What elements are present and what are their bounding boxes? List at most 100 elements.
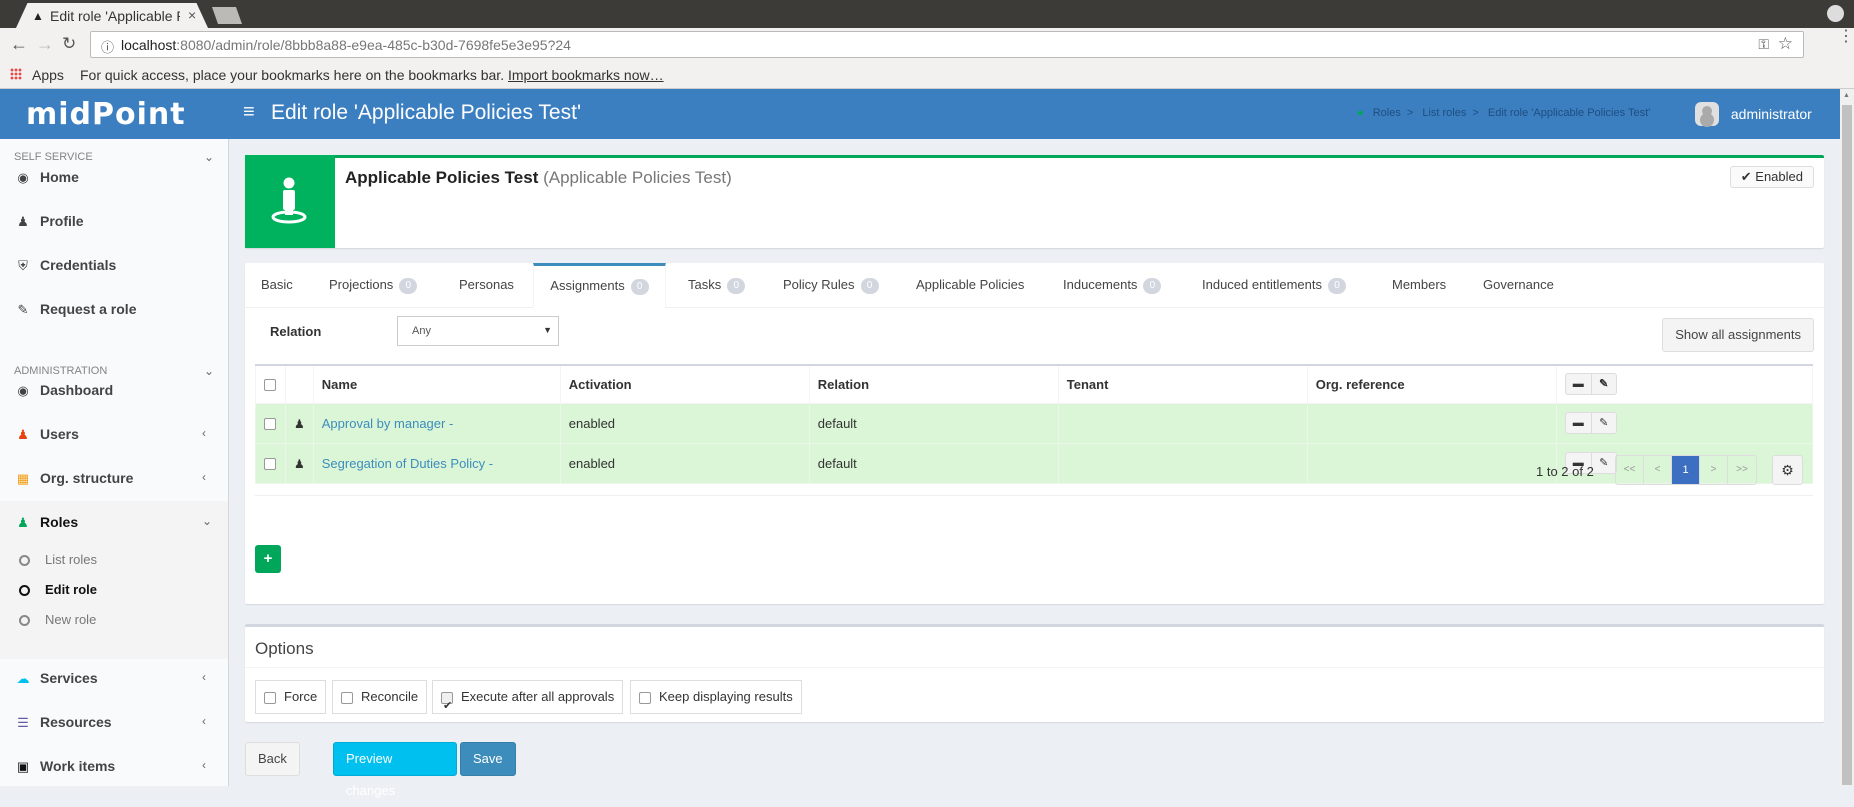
forward-arrow-icon[interactable]: → [36, 34, 54, 55]
column-header-activation[interactable]: Activation [559, 364, 810, 404]
tab-policy-rules[interactable]: Policy Rules 0 [783, 263, 879, 308]
option-reconcile[interactable]: Reconcile [332, 680, 428, 714]
password-key-icon[interactable]: ⚿ [1758, 36, 1769, 53]
new-tab-button[interactable] [212, 7, 242, 24]
sidebar-item-org-structure[interactable]: ▦ Org. structure ‹ [0, 457, 228, 501]
back-button[interactable]: Back [245, 742, 300, 776]
save-button[interactable]: Save [460, 742, 516, 776]
show-all-assignments-button[interactable]: Show all assignments [1662, 318, 1814, 352]
breadcrumb-roles[interactable]: Roles [1373, 107, 1401, 119]
tab-members[interactable]: Members [1392, 263, 1446, 308]
import-bookmarks-link[interactable]: Import bookmarks now… [508, 67, 664, 83]
page-scrollbar[interactable]: ▲ [1840, 89, 1854, 786]
chevron-left-icon: ‹ [202, 758, 206, 772]
first-page-button[interactable]: << [1616, 456, 1644, 484]
option-keep-displaying-results[interactable]: Keep displaying results [630, 680, 802, 714]
reconcile-checkbox[interactable] [341, 691, 353, 704]
minus-icon[interactable]: ▬ [1566, 413, 1591, 433]
browser-profile-icon[interactable] [1827, 5, 1844, 22]
pagination-info: 1 to 2 of 2 [1536, 464, 1594, 479]
sidebar-item-resources[interactable]: ☰ Resources ‹ [0, 701, 228, 745]
table-row[interactable]: ♟ Approval by manager - enabled default … [255, 402, 1814, 444]
table-settings-button[interactable]: ⚙ [1772, 455, 1803, 485]
edit-icon[interactable]: ✎ [1590, 374, 1616, 395]
midpoint-logo[interactable]: midPoint [26, 97, 186, 132]
select-all-checkbox[interactable] [264, 379, 276, 392]
relation-select[interactable]: Any ▼ [397, 316, 559, 346]
browser-tab[interactable]: ▲ Edit role 'Applicable Policies Test' × [16, 3, 208, 28]
tab-assignments[interactable]: Assignments 0 [533, 263, 666, 308]
sidebar-item-profile[interactable]: ♟ Profile [0, 200, 228, 244]
option-execute-after-approvals[interactable]: Execute after all approvals [432, 680, 624, 722]
reload-icon[interactable]: ↻ [62, 34, 76, 54]
scrollbar-thumb[interactable] [1842, 105, 1852, 785]
column-header-relation[interactable]: Relation [808, 364, 1059, 404]
tab-induced-entitlements[interactable]: Induced entitlements 0 [1202, 263, 1346, 308]
tab-projections[interactable]: Projections 0 [329, 263, 418, 308]
status-badge[interactable]: ✔ Enabled [1729, 166, 1814, 188]
row-checkbox[interactable] [264, 418, 276, 431]
tab-tasks[interactable]: Tasks 0 [688, 263, 746, 308]
apps-shortcut[interactable]: Apps [32, 67, 64, 83]
sidebar-item-work-items[interactable]: ▣ Work items ‹ [0, 745, 228, 789]
column-header-name[interactable]: Name [312, 364, 561, 404]
site-info-icon[interactable]: ⓘ [101, 37, 114, 56]
dashboard-icon: ◉ [17, 170, 29, 185]
next-page-button[interactable]: > [1700, 456, 1728, 484]
force-checkbox[interactable] [264, 691, 276, 704]
sidebar-subitem-new-role[interactable]: New role [0, 605, 228, 635]
row-checkbox[interactable] [264, 458, 276, 471]
sidebar-item-home[interactable]: ◉ Home [0, 156, 228, 200]
sidebar-item-services[interactable]: ☁ Services ‹ [0, 657, 228, 701]
bookmark-star-icon[interactable]: ☆ [1778, 34, 1793, 54]
relation-label: Relation [270, 324, 322, 339]
chevron-left-icon: ‹ [202, 714, 206, 728]
sidebar-item-credentials[interactable]: ⛨ Credentials [0, 244, 228, 288]
sidebar-item-request-role[interactable]: ✎ Request a role [0, 288, 228, 332]
keep-displaying-results-checkbox[interactable] [639, 691, 651, 704]
preview-changes-button[interactable]: Preview changes [333, 742, 457, 798]
execute-after-approvals-checkbox[interactable] [441, 690, 453, 722]
browser-tab-title: Edit role 'Applicable Policies Test' [50, 8, 180, 24]
edit-icon[interactable]: ✎ [1590, 413, 1616, 433]
url-text[interactable]: localhost:8080/admin/role/8bbb8a88-e9ea-… [121, 37, 571, 53]
page-1-button[interactable]: 1 [1672, 456, 1700, 484]
edit-icon[interactable]: ✎ [1590, 453, 1616, 473]
option-force[interactable]: Force [255, 680, 327, 714]
prev-page-button[interactable]: < [1644, 456, 1672, 484]
assignment-name-link[interactable]: Segregation of Duties Policy - [322, 456, 493, 471]
tab-basic[interactable]: Basic [261, 263, 293, 308]
back-arrow-icon[interactable]: ← [10, 34, 28, 55]
browser-tab-strip: ▲ Edit role 'Applicable Policies Test' × [0, 0, 1854, 28]
app-header: midPoint ≡ Edit role 'Applicable Policie… [0, 89, 1840, 139]
address-bar[interactable]: ⓘ localhost:8080/admin/role/8bbb8a88-e9e… [90, 31, 1804, 58]
sidebar-toggle-icon[interactable]: ≡ [243, 101, 255, 124]
breadcrumb-list-roles[interactable]: List roles [1422, 107, 1466, 119]
sidebar-item-dashboard[interactable]: ◉ Dashboard [0, 369, 228, 413]
tab-inducements[interactable]: Inducements 0 [1063, 263, 1162, 308]
add-assignment-button[interactable]: + [255, 545, 281, 573]
minus-icon[interactable]: ▬ [1566, 374, 1591, 394]
tab-applicable-policies[interactable]: Applicable Policies [916, 263, 1024, 308]
tenant-cell [1057, 442, 1308, 484]
count-badge: 0 [860, 277, 879, 294]
user-menu[interactable]: administrator [1695, 102, 1812, 126]
browser-menu-icon[interactable]: ⋮ [1838, 29, 1854, 45]
last-page-button[interactable]: >> [1728, 456, 1756, 484]
role-icon-box [245, 155, 335, 248]
apps-grid-icon[interactable] [10, 68, 22, 80]
sidebar-subitem-list-roles[interactable]: List roles [0, 545, 228, 575]
inbox-icon: ▣ [16, 759, 30, 774]
user-icon: ♟ [17, 427, 29, 442]
column-header-org-reference[interactable]: Org. reference [1306, 364, 1557, 404]
tab-close-icon[interactable]: × [188, 7, 196, 23]
sidebar-item-users[interactable]: ♟ Users ‹ [0, 413, 228, 457]
sidebar-item-roles[interactable]: ♟ Roles ⌄ [0, 501, 228, 545]
scroll-up-icon[interactable]: ▲ [1843, 92, 1850, 99]
tab-personas[interactable]: Personas [459, 263, 514, 308]
role-icon: ♟ [17, 515, 29, 530]
assignment-name-link[interactable]: Approval by manager - [322, 416, 454, 431]
sidebar-subitem-edit-role[interactable]: Edit role [0, 575, 228, 605]
column-header-tenant[interactable]: Tenant [1057, 364, 1308, 404]
tab-governance[interactable]: Governance [1483, 263, 1554, 308]
